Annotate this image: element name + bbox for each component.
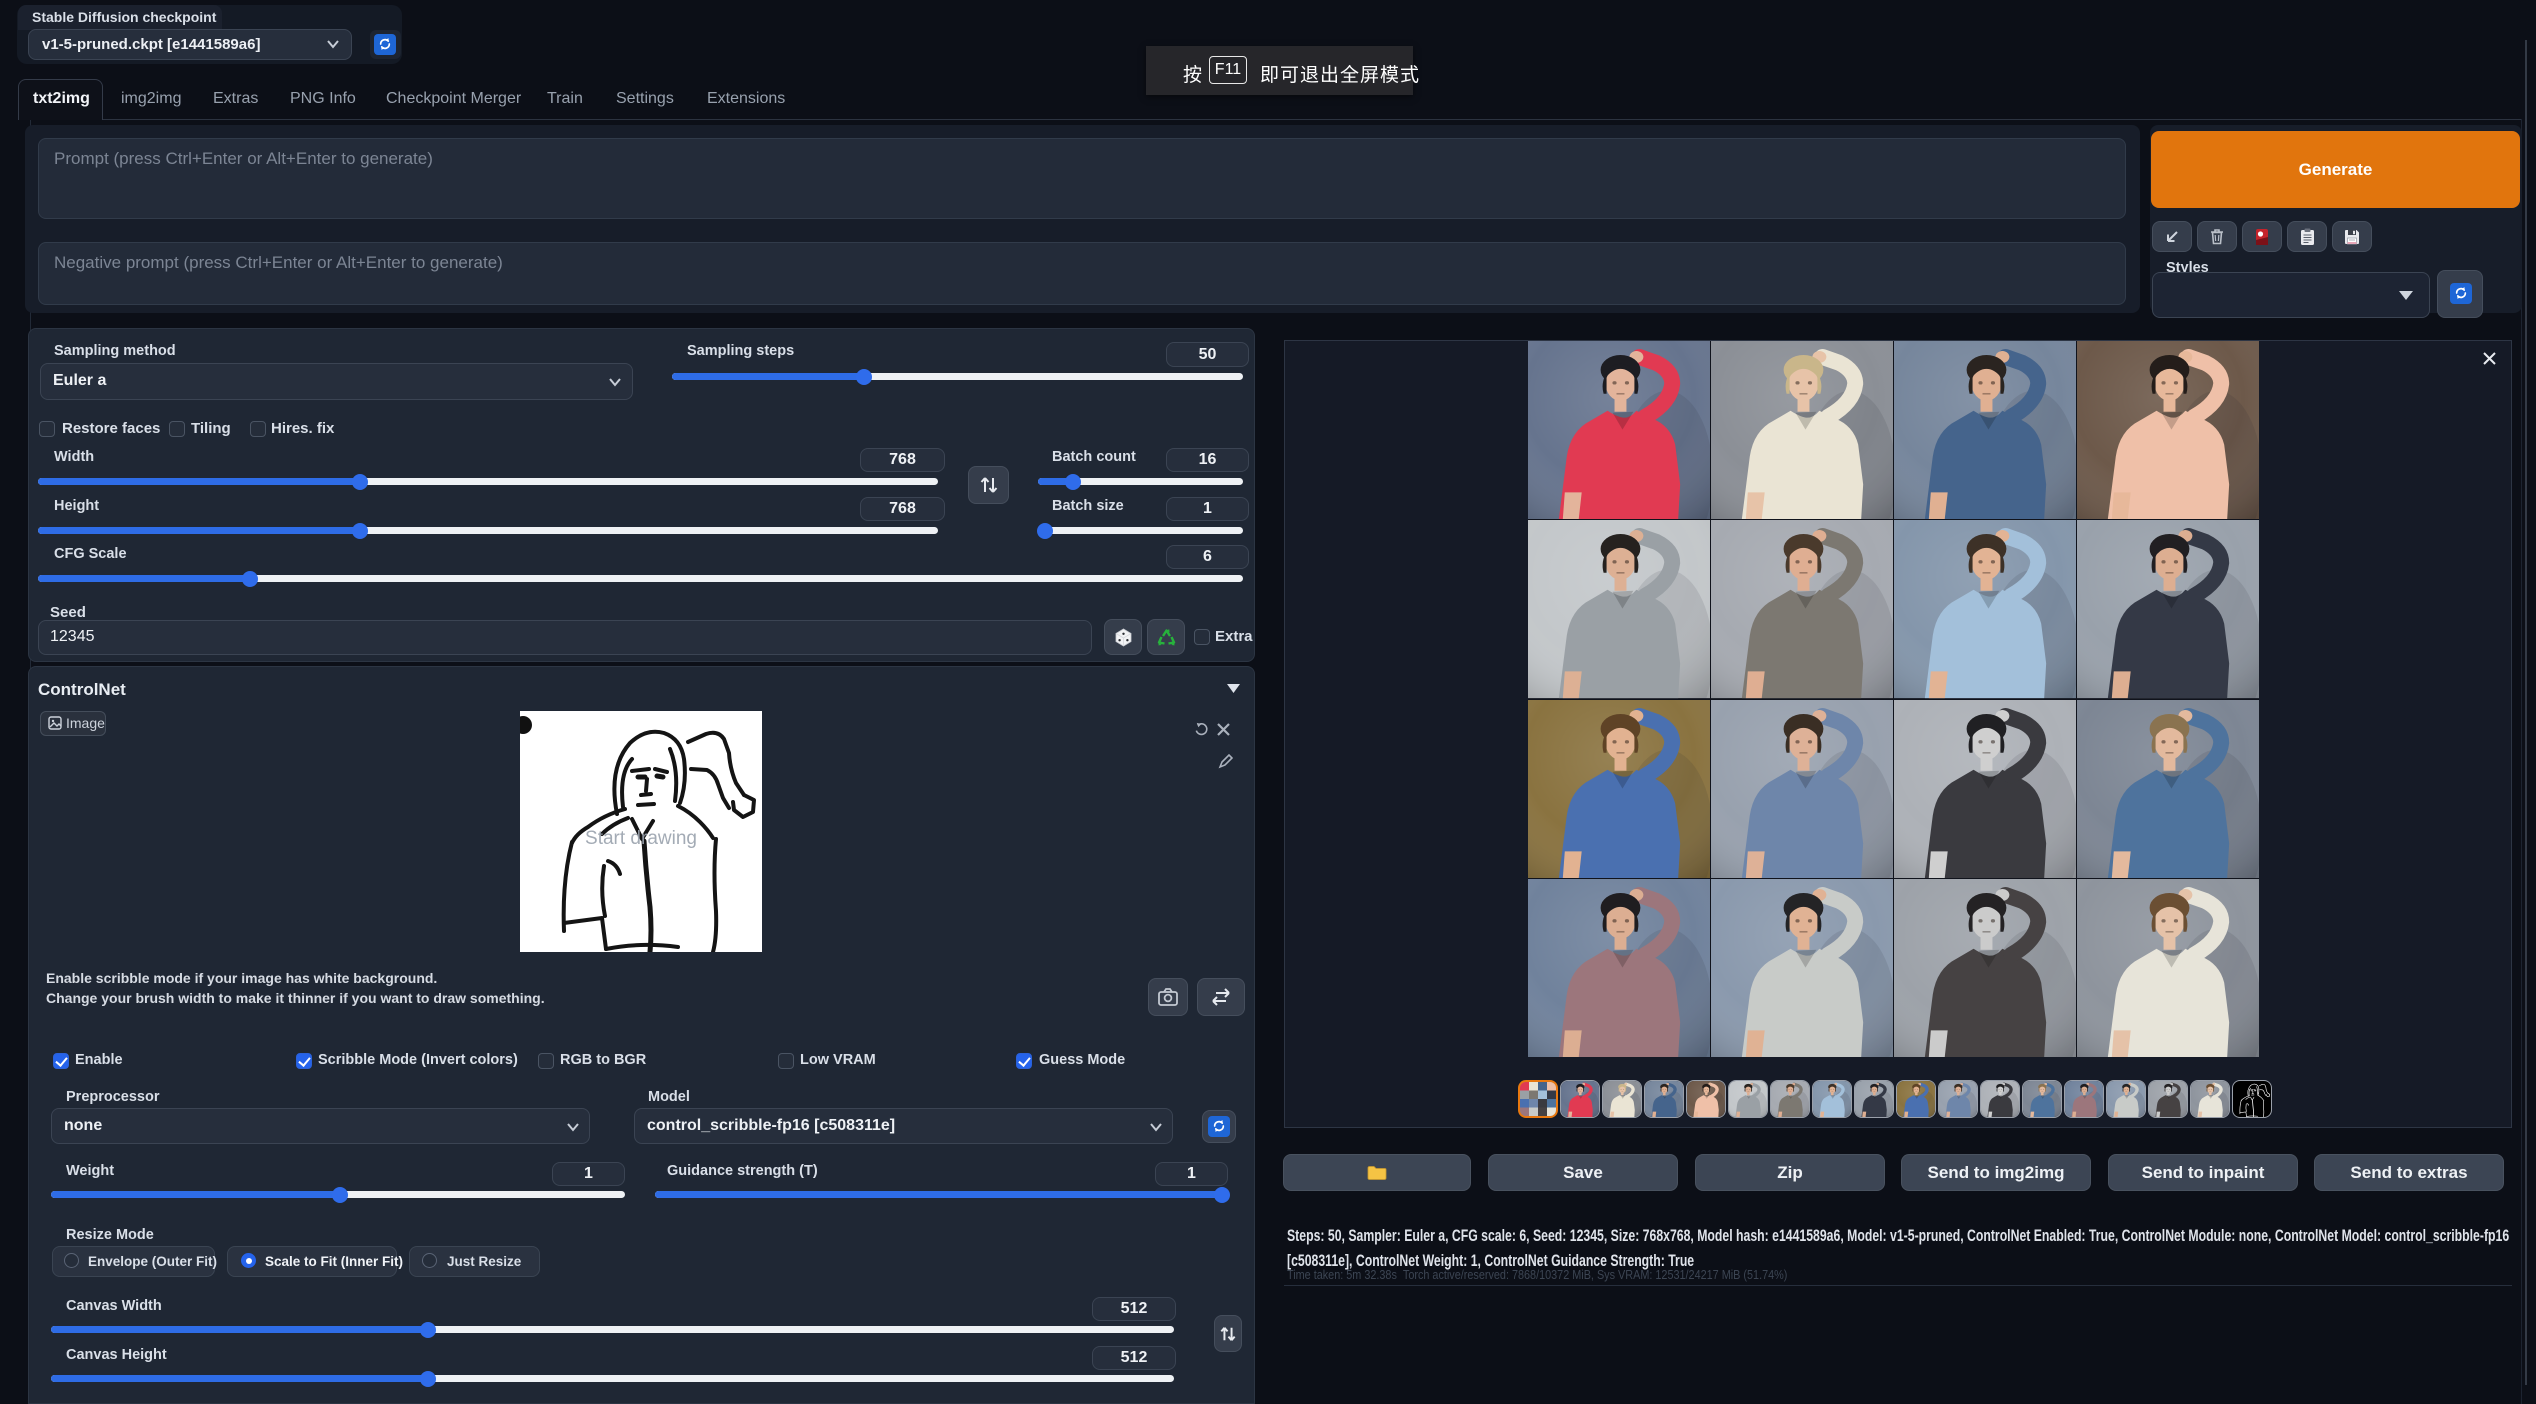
svg-text:Start drawing: Start drawing bbox=[585, 828, 697, 849]
